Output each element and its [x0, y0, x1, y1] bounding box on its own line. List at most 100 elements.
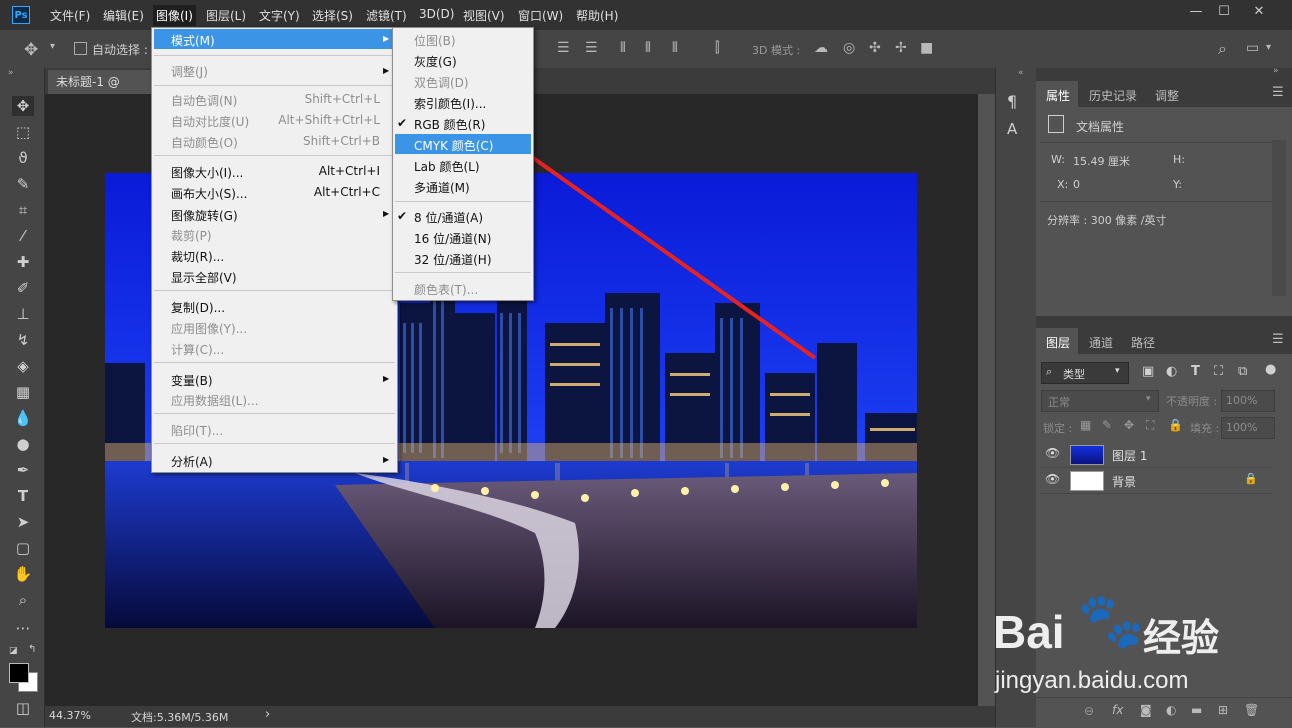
menu-item-color-table[interactable]: 颜色表(T)...	[414, 281, 478, 298]
menu-item-lab-color[interactable]: Lab 颜色(L)	[414, 158, 480, 175]
blend-mode-value: 正常	[1048, 396, 1070, 409]
x-value[interactable]: 0	[1073, 178, 1080, 191]
menu-item-adjustments[interactable]: 调整(J)	[171, 63, 208, 80]
paragraph-icon[interactable]: ¶	[1007, 92, 1017, 111]
eye-icon[interactable]: 👁	[1045, 446, 1060, 460]
mask-icon[interactable]: ◙	[1140, 703, 1152, 717]
lock-pixels-icon[interactable]: ✎	[1102, 418, 1112, 432]
menu-item-bitmap[interactable]: 位图(B)	[414, 32, 456, 49]
panel-menu-icon[interactable]: ☰	[1272, 85, 1284, 100]
tab-channels[interactable]: 通道	[1089, 334, 1113, 351]
menu-item-image-size[interactable]: 图像大小(I)...	[171, 164, 243, 181]
lock-label: 锁定 :	[1043, 422, 1073, 435]
menu-item-rgb-color[interactable]: RGB 颜色(R)	[414, 116, 485, 133]
document-icon	[1048, 115, 1064, 133]
resolution-text: 分辨率 : 300 像素 /英寸	[1047, 214, 1167, 227]
smart-object-filter-icon[interactable]: ⧉	[1238, 364, 1247, 379]
menu-item-16-bit[interactable]: 16 位/通道(N)	[414, 230, 491, 247]
lock-position-icon[interactable]: ✥	[1124, 418, 1134, 432]
menu-item-auto-tone[interactable]: 自动色调(N)	[171, 92, 237, 109]
check-icon: ✔	[397, 116, 408, 130]
layers-tabs: 图层 通道 路径 ☰	[1036, 328, 1292, 354]
menu-item-multichannel[interactable]: 多通道(M)	[414, 179, 470, 196]
opacity-field[interactable]: 100%	[1221, 390, 1275, 412]
collapse-icon[interactable]: »	[1273, 66, 1279, 76]
image-menu-dropdown: 模式(M) ▶ 调整(J) ▶ 自动色调(N) Shift+Ctrl+L 自动对…	[151, 27, 398, 473]
layer-name[interactable]: 图层 1	[1112, 447, 1147, 464]
menu-item-variables[interactable]: 变量(B)	[171, 372, 213, 389]
layer-filter-select[interactable]: ⌕ 类型 ▾	[1041, 362, 1129, 384]
menu-item-32-bit[interactable]: 32 位/通道(H)	[414, 251, 492, 268]
shortcut-image-size: Alt+Ctrl+I	[318, 164, 380, 178]
menu-item-crop[interactable]: 裁剪(P)	[171, 227, 212, 244]
menu-item-trap[interactable]: 陷印(T)...	[171, 422, 223, 439]
group-icon[interactable]: ▬	[1191, 703, 1202, 717]
properties-tabs: 属性 历史记录 调整 ☰	[1036, 81, 1292, 107]
type-filter-icon[interactable]: T	[1191, 364, 1200, 379]
filter-toggle-icon[interactable]: ●	[1265, 362, 1276, 377]
lock-artboard-icon[interactable]: ⛶	[1146, 418, 1154, 433]
menu-item-calculations[interactable]: 计算(C)...	[171, 341, 224, 358]
scrollbar[interactable]	[1272, 140, 1286, 296]
image-filter-icon[interactable]: ▣	[1142, 364, 1154, 379]
menu-item-duotone[interactable]: 双色调(D)	[414, 74, 469, 91]
menu-item-apply-data-set[interactable]: 应用数据组(L)...	[171, 392, 259, 409]
doc-properties-label: 文档属性	[1076, 120, 1125, 134]
menu-item-grayscale[interactable]: 灰度(G)	[414, 53, 457, 70]
menu-item-auto-color[interactable]: 自动颜色(O)	[171, 134, 238, 151]
submenu-arrow-icon: ▶	[383, 66, 390, 75]
menu-item-canvas-size[interactable]: 画布大小(S)...	[171, 185, 247, 202]
submenu-arrow-icon: ▶	[383, 209, 390, 218]
menu-item-indexed-color[interactable]: 索引颜色(I)...	[414, 95, 486, 112]
zoom-level[interactable]: 44.37%	[49, 709, 91, 722]
lock-all-icon[interactable]: 🔒	[1168, 418, 1183, 432]
tab-paths[interactable]: 路径	[1131, 334, 1155, 351]
tab-layers[interactable]: 图层	[1046, 334, 1070, 351]
baidu-watermark: Bai 🐾 经验 jingyan.baidu.com	[993, 585, 1283, 705]
tab-adjustments[interactable]: 调整	[1155, 87, 1179, 104]
menu-item-duplicate[interactable]: 复制(D)...	[171, 299, 225, 316]
layer-thumbnail	[1070, 471, 1104, 491]
panel-menu-icon[interactable]: ☰	[1272, 332, 1284, 347]
opacity-label: 不透明度 :	[1166, 395, 1218, 408]
trash-icon[interactable]: 🗑	[1244, 703, 1259, 717]
layer-row[interactable]: 👁 图层 1	[1040, 442, 1272, 468]
menu-item-image-rotation[interactable]: 图像旋转(G)	[171, 207, 238, 224]
tab-history[interactable]: 历史记录	[1089, 87, 1137, 104]
blend-mode-select[interactable]: 正常 ▾	[1041, 390, 1159, 412]
menu-item-apply-image[interactable]: 应用图像(Y)...	[171, 320, 247, 337]
tab-properties[interactable]: 属性	[1046, 87, 1070, 104]
fill-label: 填充 :	[1190, 422, 1220, 435]
watermark-brand: Bai	[993, 606, 1065, 658]
menu-item-auto-contrast[interactable]: 自动对比度(U)	[171, 113, 249, 130]
menu-item-cmyk-color[interactable]: CMYK 颜色(C)	[414, 137, 494, 154]
menu-item-8-bit[interactable]: 8 位/通道(A)	[414, 209, 483, 226]
submenu-arrow-icon: ▶	[383, 455, 390, 464]
height-label: H:	[1173, 153, 1185, 166]
lock-transparent-icon[interactable]: ▦	[1080, 418, 1091, 432]
eye-icon[interactable]: 👁	[1045, 472, 1060, 486]
layer-thumbnail	[1070, 445, 1104, 465]
opacity-value: 100%	[1226, 394, 1258, 407]
adjustment-layer-icon[interactable]: ◐	[1166, 703, 1176, 717]
menu-item-trim[interactable]: 裁切(R)...	[171, 248, 224, 265]
character-icon[interactable]: A	[1007, 120, 1017, 138]
adjustment-filter-icon[interactable]: ◐	[1166, 364, 1177, 379]
layer-name[interactable]: 背景	[1112, 473, 1136, 490]
menu-item-reveal-all[interactable]: 显示全部(V)	[171, 269, 237, 286]
fx-icon[interactable]: fx	[1112, 703, 1123, 717]
status-bar: 44.37% 文档:5.36M/5.36M ›	[45, 706, 995, 727]
status-arrow-icon[interactable]: ›	[265, 707, 270, 722]
width-label: W:	[1051, 153, 1065, 166]
fill-field[interactable]: 100%	[1221, 417, 1275, 439]
menu-item-mode[interactable]: 模式(M)	[171, 32, 215, 49]
layer-row[interactable]: 👁 背景 🔒	[1040, 468, 1272, 494]
link-icon[interactable]: ⊖	[1084, 704, 1094, 718]
width-value[interactable]: 15.49 厘米	[1073, 153, 1130, 169]
new-layer-icon[interactable]: ⊞	[1218, 703, 1228, 717]
collapse-icon[interactable]: «	[1018, 68, 1024, 78]
x-label: X:	[1057, 178, 1069, 191]
filter-kind-label: 类型	[1063, 368, 1085, 381]
shape-filter-icon[interactable]: ⛶	[1214, 364, 1223, 379]
menu-item-analysis[interactable]: 分析(A)	[171, 453, 213, 470]
